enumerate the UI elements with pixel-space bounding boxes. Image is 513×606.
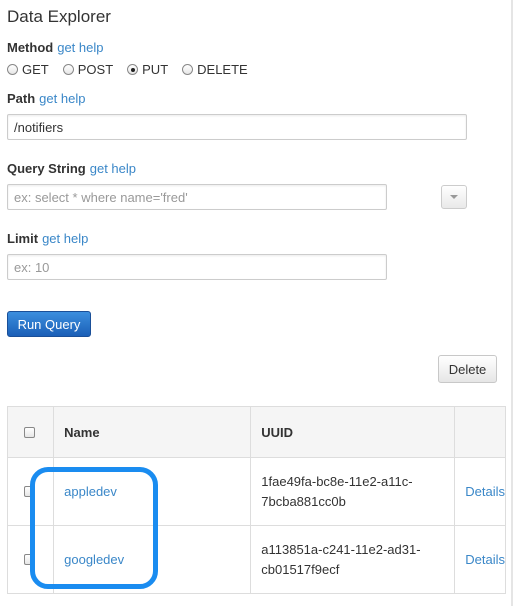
query-string-input[interactable] — [7, 184, 387, 210]
path-label: Path — [7, 91, 36, 106]
radio-delete[interactable]: DELETE — [182, 62, 248, 77]
uuid-line-2: 7bcba881cc0b — [261, 493, 346, 509]
results-table: Name UUID appledev 1fae49fa-bc8e-11e2-a1… — [6, 406, 506, 594]
limit-input[interactable] — [7, 254, 387, 280]
row-checkbox-cell — [6, 525, 55, 594]
run-query-button[interactable]: Run Query — [7, 311, 91, 337]
uuid-line-1: 1fae49fa-bc8e-11e2-a11c- — [261, 473, 413, 489]
radio-post[interactable]: POST — [62, 62, 114, 77]
entity-name-link[interactable]: googledev — [64, 552, 124, 567]
chevron-down-icon — [450, 195, 458, 199]
uuid-line-1: a113851a-c241-11e2-ad31- — [261, 541, 421, 557]
details-link[interactable]: Details — [465, 552, 505, 567]
uuid-line-2: cb01517f9ecf — [261, 561, 340, 577]
path-help-link[interactable]: get help — [39, 91, 85, 106]
query-help-link[interactable]: get help — [90, 161, 136, 176]
radio-put-circle[interactable] — [127, 64, 139, 75]
limit-label-row: Limit get help — [7, 231, 88, 246]
row-checkbox[interactable] — [24, 486, 35, 497]
row-action-cell: Details — [454, 525, 506, 594]
table-row: googledev a113851a-c241-11e2-ad31- cb015… — [6, 525, 506, 594]
delete-button[interactable]: Delete — [438, 355, 497, 383]
row-name-cell: googledev — [53, 525, 252, 594]
header-actions — [454, 406, 506, 458]
radio-get[interactable]: GET — [7, 62, 49, 77]
table-row: appledev 1fae49fa-bc8e-11e2-a11c- 7bcba8… — [6, 457, 506, 526]
row-uuid-cell: a113851a-c241-11e2-ad31- cb01517f9ecf — [250, 525, 456, 594]
header-uuid: UUID — [250, 406, 456, 458]
details-link[interactable]: Details — [465, 484, 505, 499]
table-header-row: Name UUID — [6, 406, 506, 458]
limit-help-link[interactable]: get help — [42, 231, 88, 246]
entity-name-link[interactable]: appledev — [64, 484, 117, 499]
row-name-cell: appledev — [53, 457, 252, 526]
radio-put[interactable]: PUT — [127, 62, 168, 77]
query-string-label: Query String — [7, 161, 86, 176]
path-input[interactable] — [7, 114, 467, 140]
row-uuid-cell: 1fae49fa-bc8e-11e2-a11c- 7bcba881cc0b — [250, 457, 456, 526]
limit-label: Limit — [7, 231, 39, 246]
method-label-row: Method get help — [7, 40, 103, 55]
radio-delete-circle[interactable] — [182, 64, 194, 75]
query-dropdown-button[interactable] — [441, 185, 467, 209]
header-checkbox-cell — [6, 406, 55, 458]
method-help-link[interactable]: get help — [57, 40, 103, 55]
radio-put-label: PUT — [142, 62, 169, 77]
row-checkbox-cell — [6, 457, 55, 526]
radio-get-circle[interactable] — [7, 64, 18, 75]
header-name: Name — [53, 406, 252, 458]
path-label-row: Path get help — [7, 91, 85, 106]
query-label-row: Query String get help — [7, 161, 136, 176]
radio-delete-label: DELETE — [197, 62, 248, 77]
radio-post-circle[interactable] — [62, 64, 74, 75]
radio-post-label: POST — [77, 62, 114, 77]
page-title: Data Explorer — [7, 7, 111, 26]
method-label: Method — [7, 40, 54, 55]
method-radio-group: GET POST PUT DELETE — [7, 62, 262, 77]
radio-get-label: GET — [22, 62, 49, 77]
row-action-cell: Details — [454, 457, 506, 526]
row-checkbox[interactable] — [24, 554, 35, 565]
select-all-checkbox[interactable] — [24, 426, 35, 438]
